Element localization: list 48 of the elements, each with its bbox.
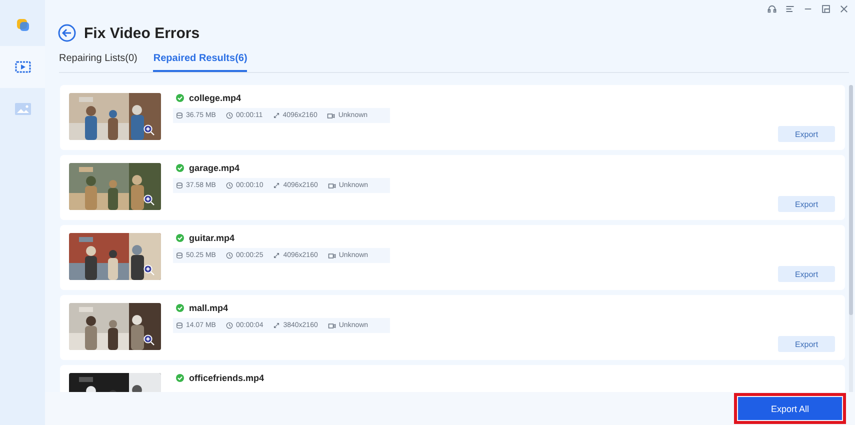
export-button[interactable]: Export: [778, 196, 835, 212]
file-name: officefriends.mp4: [189, 373, 264, 383]
resize-icon: [273, 252, 280, 259]
check-icon: [176, 374, 184, 382]
camera-icon: [328, 182, 336, 190]
zoom-in-icon[interactable]: [143, 264, 155, 276]
export-all-button[interactable]: Export All: [738, 397, 842, 420]
close-icon[interactable]: [839, 4, 849, 14]
camera-icon: [328, 322, 336, 330]
sidebar-item[interactable]: [0, 46, 45, 88]
export-button[interactable]: Export: [778, 336, 835, 352]
resize-icon: [272, 112, 280, 119]
tab[interactable]: Repaired Results(6): [153, 52, 248, 72]
zoom-in-icon[interactable]: [143, 334, 155, 346]
file-name: mall.mp4: [189, 303, 228, 313]
camera-icon: [327, 112, 336, 120]
camera-icon: [328, 252, 336, 260]
menu-icon[interactable]: [785, 4, 795, 14]
disk-icon: [176, 252, 183, 259]
file-name: guitar.mp4: [189, 233, 235, 243]
export-button[interactable]: Export: [778, 126, 835, 142]
zoom-in-icon[interactable]: [143, 124, 155, 136]
file-name: garage.mp4: [189, 163, 240, 173]
restore-icon[interactable]: [821, 4, 831, 14]
clock-icon: [226, 112, 233, 119]
check-icon: [176, 94, 184, 102]
logo-icon: [16, 18, 30, 32]
resize-icon: [273, 322, 280, 329]
export-button[interactable]: Export: [778, 266, 835, 282]
image-icon: [14, 103, 30, 115]
check-icon: [176, 164, 184, 172]
headset-icon[interactable]: [767, 4, 777, 14]
back-icon[interactable]: [58, 24, 76, 42]
resize-icon: [273, 182, 280, 189]
disk-icon: [176, 182, 183, 189]
window-title: Fix Video Errors: [84, 24, 200, 42]
tab[interactable]: Repairing Lists(0): [59, 52, 138, 72]
scrollbar-thumb[interactable]: [849, 85, 853, 315]
disk-icon: [176, 112, 183, 119]
file-name: college.mp4: [189, 93, 242, 103]
clock-icon: [226, 322, 233, 329]
clock-icon: [226, 182, 233, 189]
disk-icon: [176, 322, 183, 329]
clock-icon: [226, 252, 233, 259]
check-icon: [176, 234, 184, 242]
zoom-in-icon[interactable]: [143, 194, 155, 206]
check-icon: [176, 304, 184, 312]
video-icon: [14, 61, 30, 73]
